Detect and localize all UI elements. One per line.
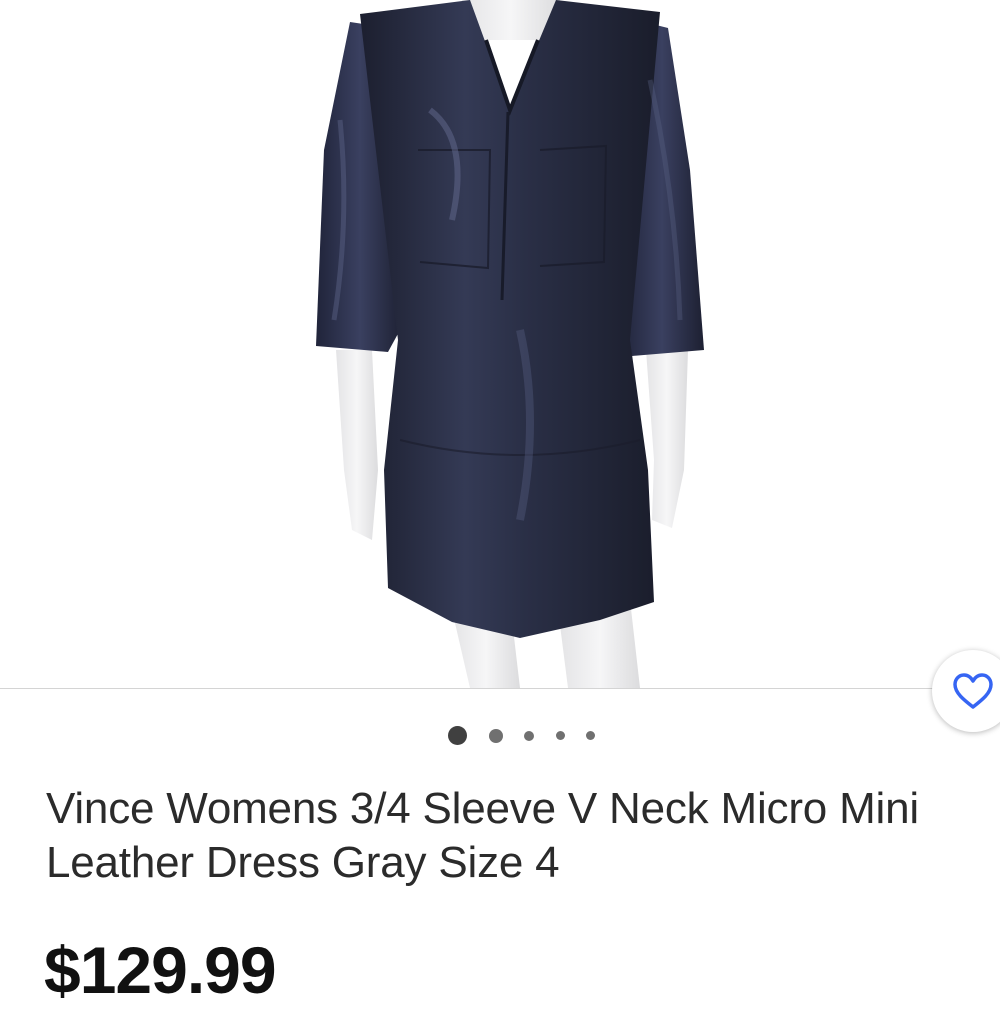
mannequin-right-arm — [646, 350, 688, 528]
page-dot-4[interactable] — [556, 731, 565, 740]
page-dot-5[interactable] — [586, 731, 595, 740]
page-dot-3[interactable] — [524, 731, 534, 741]
dress-body — [360, 0, 660, 638]
product-image — [316, 0, 704, 688]
listing-price: $129.99 — [44, 933, 277, 1007]
mannequin-left-arm — [336, 350, 378, 540]
gallery-divider — [0, 688, 1000, 689]
page-dot-1-active[interactable] — [448, 726, 467, 745]
page-dot-2[interactable] — [489, 729, 503, 743]
heart-outline-icon — [952, 672, 994, 710]
product-image-gallery[interactable] — [0, 0, 1000, 688]
listing-title: Vince Womens 3/4 Sleeve V Neck Micro Min… — [46, 784, 919, 887]
add-to-watchlist-button[interactable] — [932, 650, 1000, 732]
gallery-pagination[interactable] — [440, 724, 610, 746]
